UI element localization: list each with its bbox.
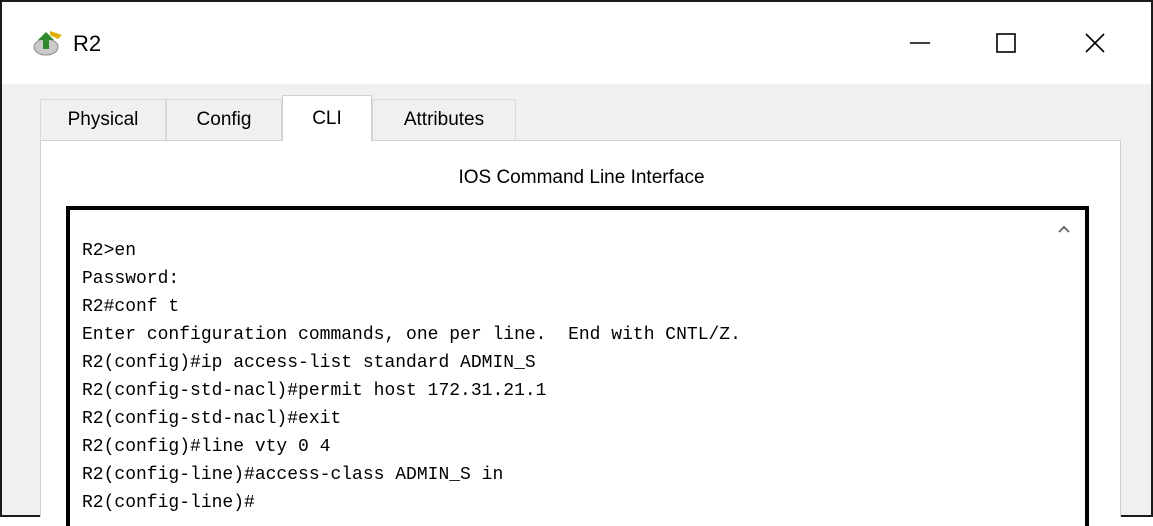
window-body: Physical Config CLI Attributes IOS Comma… — [2, 84, 1151, 526]
maximize-icon — [996, 33, 1016, 53]
router-window: R2 Physical Config CLI Attributes IOS Co… — [0, 0, 1153, 526]
console-line: R2(config-std-nacl)#exit — [82, 409, 342, 429]
console-line: R2(config)#ip access-list standard ADMIN… — [82, 353, 536, 373]
console-line: R2(config)#line vty 0 4 — [82, 437, 331, 457]
tab-cli[interactable]: CLI — [282, 95, 372, 141]
packet-tracer-router-icon — [33, 31, 62, 56]
console-output[interactable]: R2>en Password: R2#conf t Enter configur… — [82, 237, 741, 517]
minimize-button[interactable] — [890, 20, 950, 66]
cli-console[interactable]: R2>en Password: R2#conf t Enter configur… — [66, 206, 1089, 526]
close-button[interactable] — [1065, 20, 1125, 66]
tab-physical[interactable]: Physical — [40, 99, 166, 140]
console-line: R2>en — [82, 241, 137, 261]
maximize-button[interactable] — [976, 20, 1036, 66]
console-line: R2(config-std-nacl)#permit host 172.31.2… — [82, 381, 547, 401]
cli-panel: IOS Command Line Interface R2>en Passwor… — [40, 140, 1121, 526]
console-line: Password: — [82, 269, 180, 289]
window-title: R2 — [73, 31, 102, 56]
tab-config[interactable]: Config — [166, 99, 282, 140]
console-line: R2#conf t — [82, 297, 180, 317]
minimize-icon — [910, 42, 930, 44]
tab-attributes[interactable]: Attributes — [372, 99, 516, 140]
console-line: Enter configuration commands, one per li… — [82, 325, 741, 345]
chevron-up-icon[interactable] — [1057, 224, 1071, 234]
title-bar[interactable]: R2 — [2, 2, 1151, 84]
console-line: R2(config-line)#access-class ADMIN_S in — [82, 465, 504, 485]
cli-heading: IOS Command Line Interface — [458, 167, 705, 188]
close-icon — [1085, 33, 1105, 53]
console-line: R2(config-line)# — [82, 493, 255, 513]
